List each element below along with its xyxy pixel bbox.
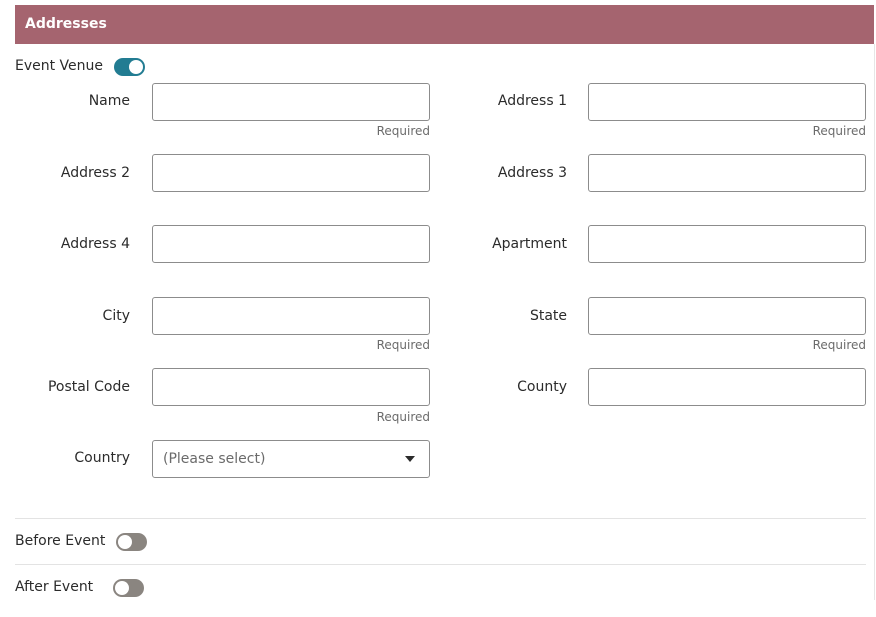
address3-input[interactable] — [588, 154, 866, 192]
name-required-hint: Required — [376, 124, 430, 138]
address4-input[interactable] — [152, 225, 430, 263]
postal-code-required-hint: Required — [376, 410, 430, 424]
event-venue-label: Event Venue — [15, 58, 104, 74]
toggle-knob — [118, 535, 132, 549]
apartment-input[interactable] — [588, 225, 866, 263]
address1-label: Address 1 — [497, 93, 567, 109]
name-input[interactable] — [152, 83, 430, 121]
panel-right-edge — [874, 44, 875, 600]
city-input[interactable] — [152, 297, 430, 335]
address4-label: Address 4 — [60, 236, 130, 252]
event-venue-toggle[interactable] — [114, 58, 145, 76]
country-select[interactable]: (Please select) — [152, 440, 430, 478]
divider — [15, 564, 866, 565]
toggle-knob — [115, 581, 129, 595]
county-input[interactable] — [588, 368, 866, 406]
addresses-panel: Addresses Event Venue Name Required Addr… — [0, 0, 876, 617]
city-required-hint: Required — [376, 338, 430, 352]
caret-down-icon — [405, 456, 415, 462]
address2-label: Address 2 — [60, 165, 130, 181]
country-label: Country — [74, 450, 130, 466]
after-event-toggle[interactable] — [113, 579, 144, 597]
section-header: Addresses — [15, 5, 874, 44]
after-event-label: After Event — [15, 579, 94, 595]
country-selected-value: (Please select) — [163, 451, 266, 467]
address3-label: Address 3 — [497, 165, 567, 181]
toggle-knob — [129, 60, 143, 74]
postal-code-input[interactable] — [152, 368, 430, 406]
divider — [15, 518, 866, 519]
apartment-label: Apartment — [492, 236, 567, 252]
address1-required-hint: Required — [812, 124, 866, 138]
state-input[interactable] — [588, 297, 866, 335]
state-label: State — [529, 308, 567, 324]
name-label: Name — [88, 93, 130, 109]
address1-input[interactable] — [588, 83, 866, 121]
address2-input[interactable] — [152, 154, 430, 192]
before-event-label: Before Event — [15, 533, 106, 549]
postal-code-label: Postal Code — [47, 379, 130, 395]
county-label: County — [517, 379, 567, 395]
state-required-hint: Required — [812, 338, 866, 352]
city-label: City — [102, 308, 130, 324]
before-event-toggle[interactable] — [116, 533, 147, 551]
